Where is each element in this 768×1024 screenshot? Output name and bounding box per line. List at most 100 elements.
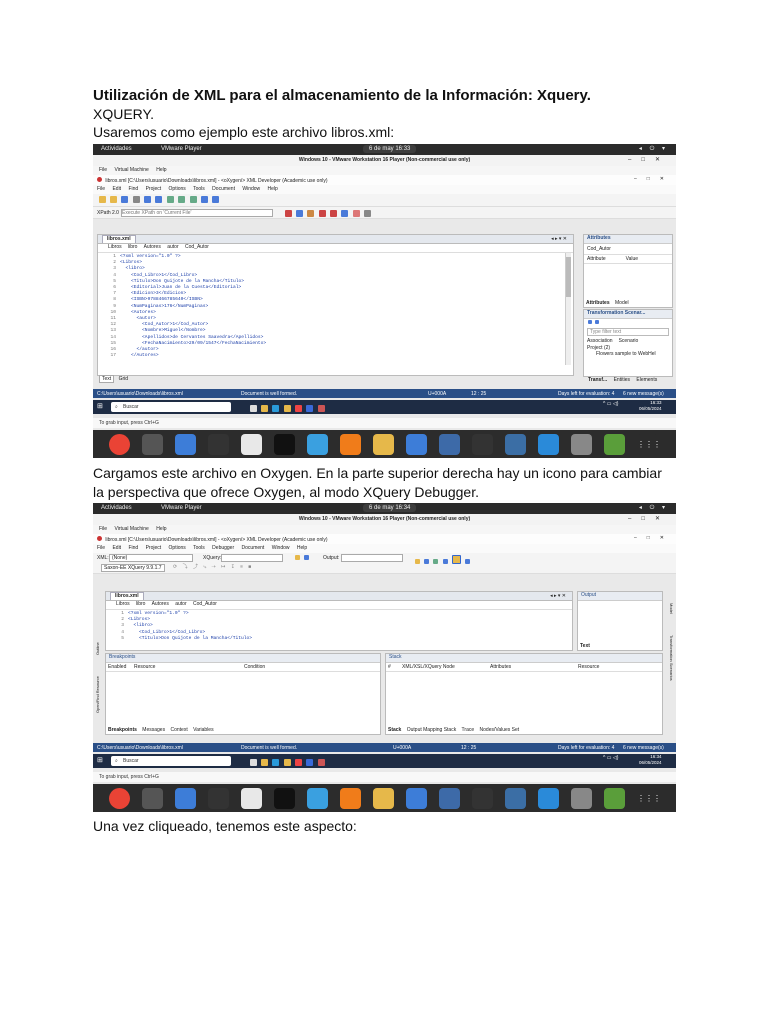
menu-window[interactable]: Window [242, 186, 260, 192]
text-editor-icon[interactable] [175, 434, 196, 455]
chrome-icon[interactable] [109, 788, 130, 809]
store-icon[interactable] [306, 405, 314, 412]
menu-edit[interactable]: Edit [112, 186, 121, 192]
wireshark-icon[interactable] [241, 434, 262, 455]
apps-grid-icon[interactable]: ⋮⋮⋮ [637, 788, 661, 809]
output-text-tab[interactable]: Text [580, 643, 590, 649]
comment-icon[interactable] [364, 210, 372, 217]
xquery-edit-icon[interactable] [303, 555, 309, 560]
breadcrumb2-cod-autor[interactable]: Cod_Autor [193, 601, 217, 607]
trash-icon[interactable] [604, 434, 625, 455]
find-icon[interactable] [166, 196, 174, 203]
print-icon[interactable] [132, 196, 140, 203]
validate-icon[interactable] [284, 210, 292, 217]
zoom-in-icon[interactable] [178, 196, 186, 203]
filezilla-icon[interactable] [439, 788, 460, 809]
xquery-select[interactable] [221, 554, 283, 562]
debug-step-controls[interactable]: ⟳ ⤵ ⤴ ⤷ ⇢ ↦ ↧ ⏸ ■ [173, 563, 253, 570]
terminal-icon[interactable] [472, 434, 493, 455]
copy-icon[interactable] [144, 196, 152, 203]
menu2-tools[interactable]: Tools [193, 545, 205, 551]
store-icon-2[interactable] [306, 759, 314, 766]
vm-menu-virtual-machine[interactable]: Virtual Machine [114, 167, 148, 173]
tray-icons[interactable]: ^ ▭ ◁) [603, 401, 618, 407]
vm-menu-file[interactable]: File [99, 167, 107, 173]
xquery-perspective-icon[interactable] [352, 210, 360, 217]
terminal-icon[interactable] [208, 434, 229, 455]
tab-context[interactable]: Context [170, 727, 187, 733]
breadcrumb2-autores[interactable]: Autores [152, 601, 169, 607]
vm-menu-virtual-machine-2[interactable]: Virtual Machine [114, 526, 148, 532]
network-icon[interactable] [307, 434, 328, 455]
menu-help[interactable]: Help [268, 186, 278, 192]
menu2-help[interactable]: Help [297, 545, 307, 551]
inkscape-icon[interactable] [274, 434, 295, 455]
vmware-icon[interactable] [373, 434, 394, 455]
vscode-icon[interactable] [538, 434, 559, 455]
xquery-open-icon[interactable] [294, 555, 300, 560]
files-icon[interactable] [142, 788, 163, 809]
xquery-debugger-perspective-icon[interactable] [452, 555, 462, 564]
menu-project[interactable]: Project [146, 186, 162, 192]
tab-attributes[interactable]: Attributes [586, 300, 610, 306]
side-transformation-scenarios[interactable]: Transformation Scenarios [669, 635, 674, 681]
zoom-out-icon[interactable] [189, 196, 197, 203]
terminal-icon[interactable] [472, 788, 493, 809]
windows-start-icon[interactable]: ⊞ [97, 402, 103, 410]
tab-nodes-values-set[interactable]: Nodes/Values Set [480, 727, 520, 733]
virtualbox-icon[interactable] [505, 788, 526, 809]
menu-document[interactable]: Document [212, 186, 235, 192]
menu-tools[interactable]: Tools [193, 186, 205, 192]
save-icon[interactable] [121, 196, 129, 203]
breadcrumb-libro[interactable]: libro [128, 244, 137, 250]
breadcrumb2-libro[interactable]: libro [136, 601, 145, 607]
xpath-version-select[interactable]: XPath 2.0 [97, 210, 119, 216]
output-save-icon[interactable] [423, 559, 429, 564]
vm-menu-help[interactable]: Help [156, 167, 166, 173]
wireshark-icon[interactable] [241, 788, 262, 809]
undo-icon[interactable] [201, 196, 209, 203]
virtualbox-icon[interactable] [505, 434, 526, 455]
tab-libros-xml-2[interactable]: libros.xml [110, 592, 144, 600]
tab-model[interactable]: Model [615, 300, 629, 306]
new-scenario-icon[interactable] [588, 320, 592, 324]
chrome-taskbar-icon-2[interactable] [295, 759, 303, 766]
task-view-icon-2[interactable] [249, 759, 257, 766]
transform-icon[interactable] [307, 210, 315, 217]
side-open-find-resource[interactable]: Open/Find Resource [95, 676, 100, 713]
tab-entities[interactable]: Entities [614, 377, 630, 383]
trash-icon[interactable] [604, 788, 625, 809]
side-outline[interactable]: Outline [95, 642, 100, 655]
format-icon[interactable] [341, 210, 349, 217]
oxygen-window-controls-2[interactable]: –□✕ [634, 535, 674, 541]
apps-grid-icon[interactable]: ⋮⋮⋮ [637, 434, 661, 455]
menu2-edit[interactable]: Edit [112, 545, 121, 551]
monitor-icon[interactable] [406, 434, 427, 455]
tab-transformation[interactable]: Transf... [588, 377, 607, 383]
edit-scenario-icon[interactable] [595, 320, 600, 324]
menu2-document[interactable]: Document [242, 545, 265, 551]
check-well-formed-icon[interactable] [295, 210, 303, 217]
edge-icon[interactable] [272, 405, 280, 412]
menu-options[interactable]: Options [169, 186, 186, 192]
monitor-icon[interactable] [406, 788, 427, 809]
window-controls[interactable]: –□✕ [628, 156, 670, 163]
blender-icon[interactable] [340, 434, 361, 455]
edge-icon-2[interactable] [272, 759, 280, 766]
tab-text-mode[interactable]: Text [99, 375, 115, 383]
breadcrumb-autores[interactable]: Autores [144, 244, 161, 250]
blender-icon[interactable] [340, 788, 361, 809]
output-open-icon[interactable] [414, 559, 420, 564]
chrome-icon[interactable] [109, 434, 130, 455]
tray-icons-2[interactable]: ^ ▭ ◁) [603, 755, 618, 761]
menu2-options[interactable]: Options [169, 545, 186, 551]
windows-start-icon-2[interactable]: ⊞ [97, 756, 103, 764]
terminal-icon[interactable] [208, 788, 229, 809]
breadcrumb2-libros[interactable]: Libros [116, 601, 130, 607]
menu2-window[interactable]: Window [272, 545, 290, 551]
editor-scrollbar[interactable] [565, 253, 571, 365]
menu2-debugger[interactable]: Debugger [212, 545, 234, 551]
breadcrumb2-autor[interactable]: autor [175, 601, 186, 607]
menu2-find[interactable]: Find [128, 545, 138, 551]
xml-select[interactable]: (None) [109, 554, 193, 562]
